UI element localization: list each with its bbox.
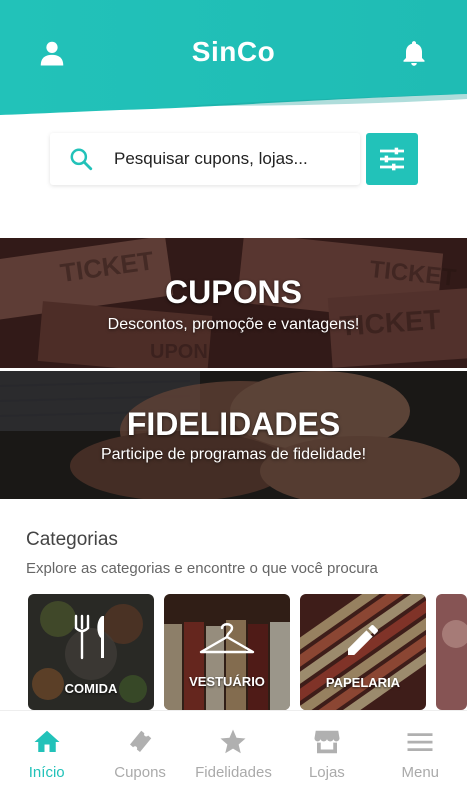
category-card-vestuario[interactable]: VESTUÁRIO — [164, 594, 290, 710]
category-image — [436, 594, 467, 710]
category-label: COMIDA — [64, 681, 118, 696]
nav-item-cupons[interactable]: Cupons — [93, 711, 186, 800]
nav-item-inicio[interactable]: Início — [0, 711, 93, 800]
sliders-icon — [380, 147, 404, 171]
hanger-icon — [164, 618, 290, 658]
star-icon — [187, 727, 280, 757]
home-icon — [0, 727, 93, 757]
search-icon — [68, 146, 94, 172]
app-header: SinCo — [0, 0, 467, 120]
search-input[interactable] — [114, 149, 354, 169]
store-icon — [280, 727, 373, 757]
nav-label: Cupons — [114, 764, 166, 781]
banner-subtitle: Descontos, promoçõe e vantagens! — [107, 316, 360, 333]
nav-item-menu[interactable]: Menu — [374, 711, 467, 800]
nav-item-lojas[interactable]: Lojas — [280, 711, 373, 800]
ticket-icon — [93, 727, 186, 757]
category-card-comida[interactable]: COMIDA — [28, 594, 154, 710]
categories-description: Explore as categorias e encontre o que v… — [26, 560, 378, 577]
banner-title: CUPONS — [165, 274, 302, 310]
category-label: PAPELARIA — [325, 675, 401, 690]
pencil-icon — [300, 620, 426, 660]
nav-label: Menu — [401, 764, 440, 781]
category-card-papelaria[interactable]: PAPELARIA — [300, 594, 426, 710]
bottom-navigation: Início Cupons Fidelidades Lojas Menu — [0, 710, 467, 800]
categories-title: Categorias — [26, 529, 118, 550]
category-label: VESTUÁRIO — [189, 674, 265, 689]
nav-label: Início — [28, 764, 65, 781]
nav-label: Lojas — [308, 764, 345, 781]
nav-item-fidelidades[interactable]: Fidelidades — [187, 711, 280, 800]
category-card-partial[interactable] — [436, 594, 467, 710]
notifications-button[interactable] — [397, 36, 431, 70]
filter-button[interactable] — [366, 133, 418, 185]
search-bar — [50, 133, 360, 185]
banner-fidelidades[interactable]: FIDELIDADES Participe de programas de fi… — [0, 371, 467, 499]
banner-subtitle: Participe de programas de fidelidade! — [100, 446, 367, 463]
fork-knife-icon — [28, 612, 154, 662]
menu-icon — [374, 727, 467, 757]
banner-cupons[interactable]: TICKET TICKET TICKET UPON CUPONS Descont… — [0, 238, 467, 368]
nav-label: Fidelidades — [195, 764, 272, 781]
banner-title: FIDELIDADES — [126, 406, 341, 442]
bell-icon — [403, 41, 425, 66]
